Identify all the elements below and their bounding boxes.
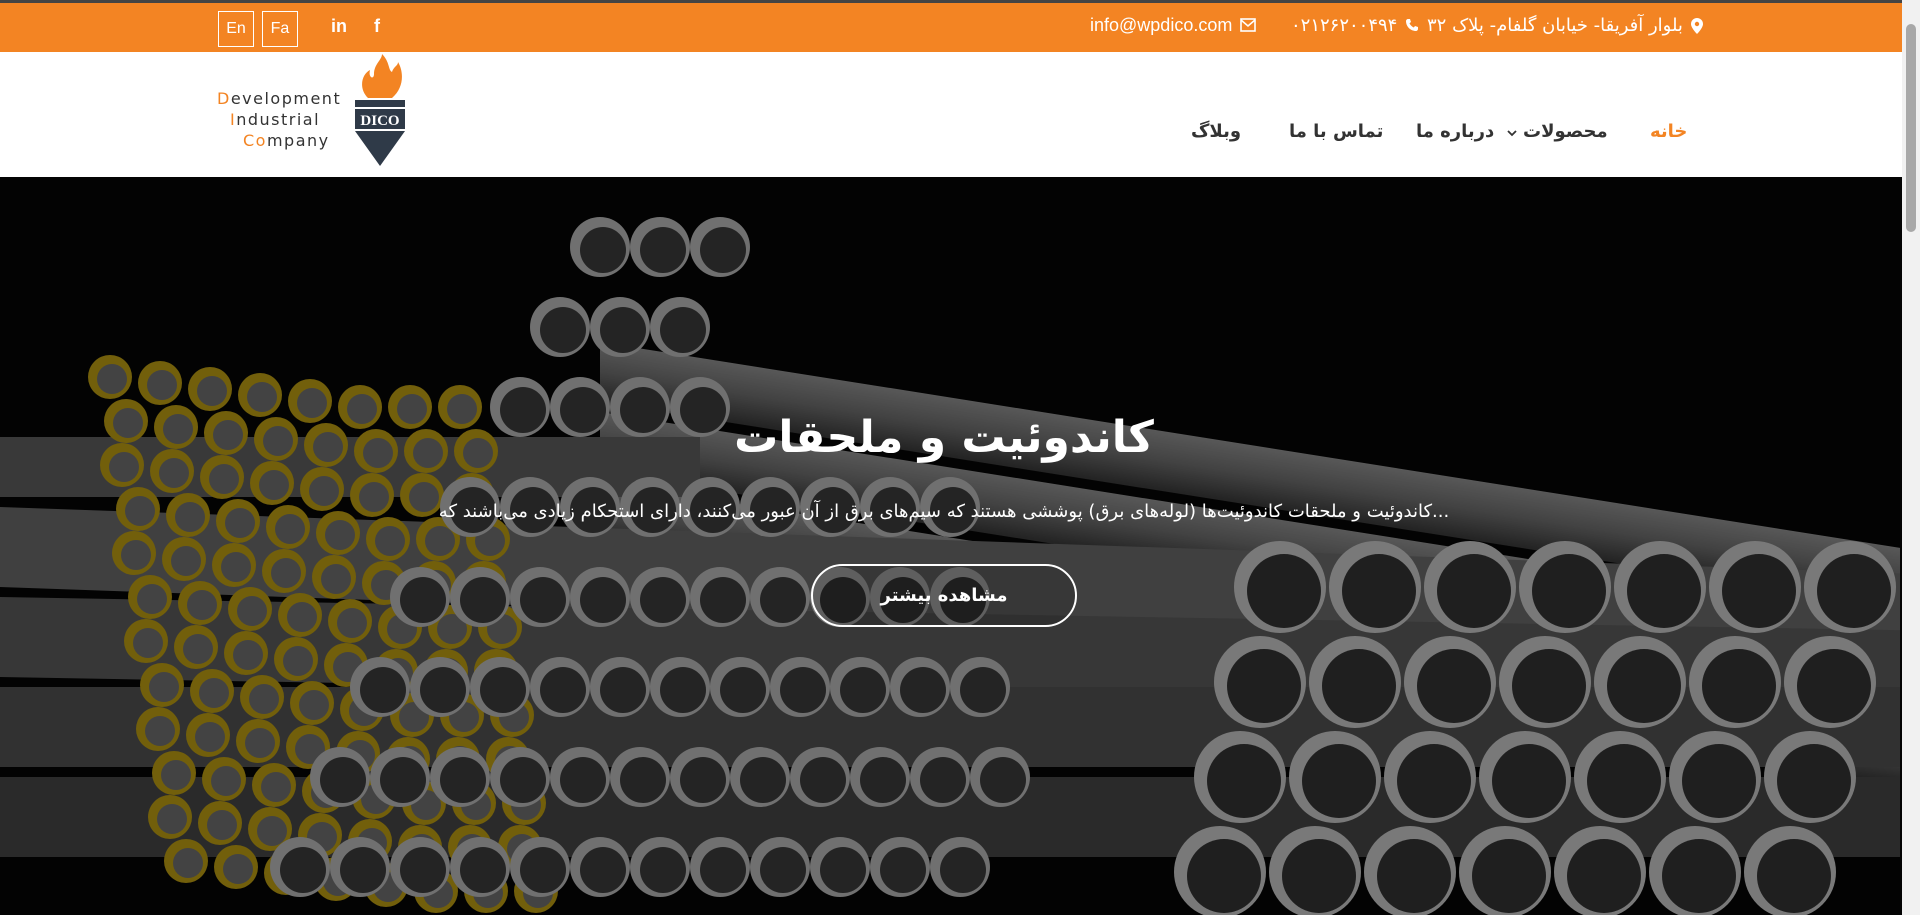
address-contact: بلوار آفریقا- خیابان گلفام- پلاک ۳۲ — [1427, 15, 1707, 36]
view-more-button[interactable]: مشاهده بیشتر — [811, 564, 1077, 627]
envelope-icon — [1240, 17, 1257, 34]
top-bar: En Fa in f info@wpdico.com ۰۲۱۲۶۲۰۰۴۹۴ ب… — [0, 0, 1902, 52]
linkedin-icon[interactable]: in — [331, 16, 347, 37]
map-marker-icon — [1690, 17, 1707, 34]
hero-title: کاندوئیت و ملحقات — [734, 412, 1154, 463]
chevron-down-icon — [1507, 121, 1517, 142]
nav-contact[interactable]: تماس با ما — [1289, 121, 1383, 142]
scrollbar-thumb[interactable] — [1906, 24, 1916, 232]
phone-icon — [1405, 18, 1421, 34]
lang-fa-button[interactable]: Fa — [262, 11, 298, 47]
nav-products-label: محصولات — [1523, 121, 1608, 142]
nav-about[interactable]: درباره ما — [1416, 121, 1494, 142]
phone-contact[interactable]: ۰۲۱۲۶۲۰۰۴۹۴ — [1291, 15, 1421, 36]
page-scrollbar[interactable] — [1902, 0, 1920, 915]
address-text: بلوار آفریقا- خیابان گلفام- پلاک ۳۲ — [1427, 15, 1683, 36]
phone-text: ۰۲۱۲۶۲۰۰۴۹۴ — [1291, 15, 1398, 36]
site-header: Development Industrial Company DICO وبلا… — [0, 52, 1902, 177]
lang-en-button[interactable]: En — [218, 11, 254, 47]
nav-blog[interactable]: وبلاگ — [1191, 121, 1241, 142]
logo-text[interactable]: Development Industrial Company — [217, 88, 341, 151]
logo-torch-icon[interactable]: DICO — [352, 54, 408, 170]
email-contact[interactable]: info@wpdico.com — [1090, 15, 1257, 36]
nav-products[interactable]: محصولات — [1507, 121, 1608, 142]
hero-background-image — [0, 177, 1902, 915]
email-text: info@wpdico.com — [1090, 15, 1233, 35]
svg-text:DICO: DICO — [360, 113, 399, 129]
hero-slider: کاندوئیت و ملحقات کاندوئیت و ملحقات کاند… — [0, 177, 1902, 915]
hero-subtitle: کاندوئیت و ملحقات کاندوئیت‌ها (لوله‌های … — [438, 501, 1450, 522]
facebook-icon[interactable]: f — [374, 16, 380, 37]
nav-home[interactable]: خانه — [1650, 121, 1687, 142]
